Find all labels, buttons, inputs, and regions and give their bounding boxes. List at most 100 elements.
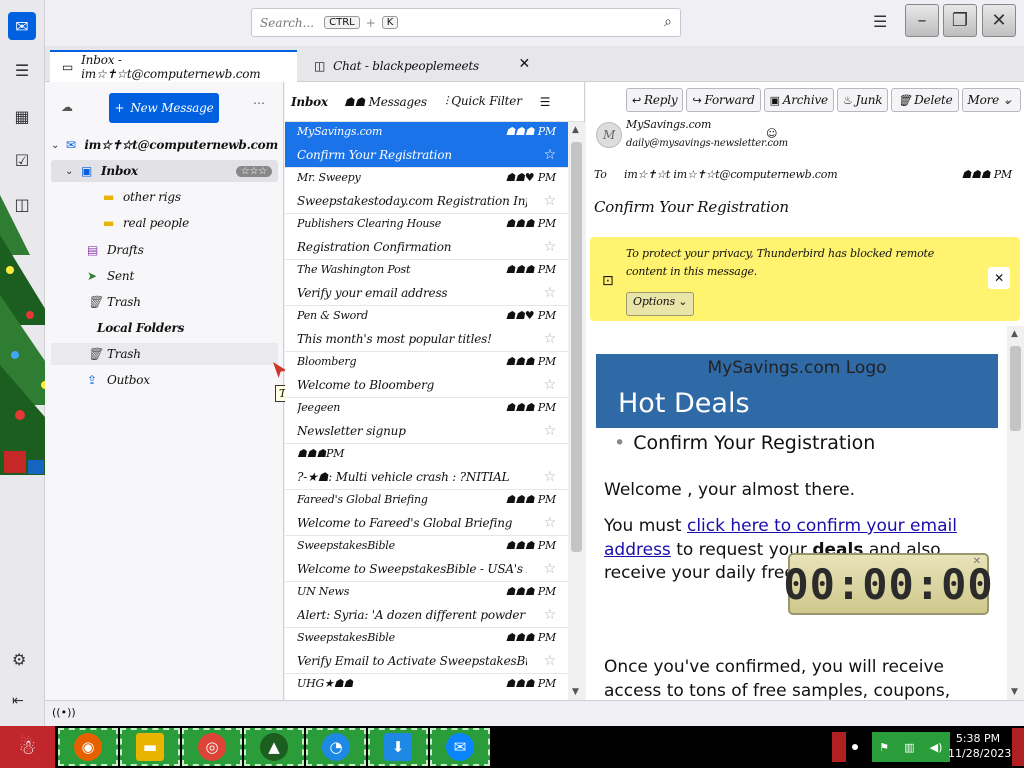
network-icon[interactable]: ▥ <box>904 741 914 754</box>
folder-trash[interactable]: 🗑 Trash <box>51 291 278 313</box>
thunderbird-taskbar-button[interactable]: ✉ <box>430 728 490 766</box>
restore-button[interactable]: ❐ <box>943 4 977 37</box>
folder-other-rigs[interactable]: ▬ other rigs <box>51 186 278 208</box>
from-name[interactable]: MySavings.com <box>626 118 711 131</box>
folder-sent[interactable]: ➤ Sent <box>51 265 278 287</box>
options-button[interactable]: Options ⌄ <box>626 292 695 316</box>
folder-inbox[interactable]: ⌄ ▣ Inbox ☆☆☆ <box>51 160 278 182</box>
message-list-header: Inbox ☗☗ Messages ⫶ Quick Filter ☰ <box>285 82 584 122</box>
download-taskbar-button[interactable]: ⬇ <box>368 728 428 766</box>
message-row[interactable]: SweepstakesBible ☗☗☗ PM Verify Email to Ac… <box>285 628 568 674</box>
forward-icon: ↪ <box>692 93 702 107</box>
chrome-icon: ◎ <box>198 733 226 761</box>
star-icon[interactable]: ☆ <box>544 561 557 577</box>
star-icon[interactable]: ☆ <box>544 515 557 531</box>
message-list-scrollbar[interactable]: ▲ ▼ <box>568 122 585 700</box>
star-icon[interactable]: ☆ <box>544 285 557 301</box>
tree-taskbar-button[interactable]: ▲ <box>244 728 304 766</box>
tasks-icon[interactable]: ☑ <box>10 148 34 172</box>
folder-real-people[interactable]: ▬ real people <box>51 212 278 234</box>
chevron-down-icon[interactable]: ⌄ <box>65 166 81 177</box>
reader-scrollbar[interactable]: ▲ ▼ <box>1007 326 1024 700</box>
message-row[interactable]: Publishers Clearing House ☗☗☗ PM Registrat… <box>285 214 568 260</box>
volume-icon[interactable]: ◀) <box>930 741 943 754</box>
tab-chat[interactable]: ◫ Chat - blackpeoplemeets ✕ <box>302 50 542 82</box>
to-value[interactable]: im☆✝☆t im☆✝☆t@computernewb.com <box>624 168 838 181</box>
star-icon[interactable]: ☆ <box>544 607 557 623</box>
address-book-icon[interactable]: ☰ <box>10 58 34 82</box>
get-messages-icon[interactable]: ☁ <box>61 100 73 114</box>
scroll-up-icon[interactable]: ▲ <box>1011 329 1018 339</box>
close-notice-button[interactable]: ✕ <box>988 267 1010 289</box>
tab-inbox[interactable]: ▭ Inbox - im☆✝☆t@computernewb.com <box>50 50 297 82</box>
message-row[interactable]: Fareed's Global Briefing ☗☗☗ PM Welcome to… <box>285 490 568 536</box>
star-icon[interactable]: ☆ <box>544 147 557 163</box>
scrollbar-thumb[interactable] <box>1010 346 1021 431</box>
chat-taskbar-button[interactable]: ◔ <box>306 728 366 766</box>
folder-drafts[interactable]: ▤ Drafts <box>51 239 278 261</box>
close-window-button[interactable]: ✕ <box>982 4 1016 37</box>
folder-pane: ☁ + New Message ⋯ ⌄ ✉ im☆✝☆t@computernew… <box>45 82 284 700</box>
scroll-down-icon[interactable]: ▼ <box>1011 687 1018 697</box>
mail-icon[interactable]: ✉ <box>8 12 36 40</box>
message-row[interactable]: Jeegeen ☗☗☗ PM Newsletter signup ☆ <box>285 398 568 444</box>
firefox-taskbar-button[interactable]: ◉ <box>58 728 118 766</box>
search-input[interactable]: Search... CTRL + K ⌕ <box>251 8 681 37</box>
minimize-button[interactable]: – <box>905 4 939 37</box>
folder-outbox[interactable]: ⇪ Outbox <box>51 369 278 391</box>
message-row[interactable]: Pen & Sword ☗☗♥ PM This month's most popul… <box>285 306 568 352</box>
settings-gear-icon[interactable]: ⚙ <box>12 650 26 669</box>
online-status-icon[interactable]: ((•)) <box>52 706 76 719</box>
scroll-down-icon[interactable]: ▼ <box>572 687 579 697</box>
chrome-taskbar-button[interactable]: ◎ <box>182 728 242 766</box>
plus-icon: + <box>114 101 125 115</box>
message-row[interactable]: Mr. Sweepy ☗☗♥ PM Sweepstakestoday.com Reg… <box>285 168 568 214</box>
show-desktop-button[interactable] <box>1012 728 1024 766</box>
clock-date: 11/28/2023 <box>948 747 1012 760</box>
message-row[interactable]: Bloomberg ☗☗☗ PM Welcome to Bloomberg ☆ <box>285 352 568 398</box>
message-row[interactable]: UN News ☗☗☗ PM Alert: Syria: 'A dozen diff… <box>285 582 568 628</box>
close-icon[interactable]: ✕ <box>973 556 982 567</box>
forward-button[interactable]: ↪ Forward <box>686 88 761 112</box>
calendar-icon[interactable]: ▦ <box>10 104 34 128</box>
message-row[interactable]: SweepstakesBible ☗☗☗ PM Welcome to Sweepst… <box>285 536 568 582</box>
message-row[interactable]: UHG★☗☗☗☗☗ PM☆ <box>285 674 568 700</box>
star-icon[interactable]: ☆ <box>544 193 557 209</box>
junk-button[interactable]: ♨ Junk <box>836 88 889 112</box>
star-icon[interactable]: ☆ <box>544 377 557 393</box>
from-address[interactable]: daily@mysavings-newsletter.com <box>626 138 788 149</box>
delete-button[interactable]: 🗑 Delete <box>891 88 959 112</box>
scroll-up-icon[interactable]: ▲ <box>572 125 579 135</box>
action-center-icon[interactable]: ⚑ <box>879 741 889 754</box>
reply-button[interactable]: ↩ Reply <box>626 88 684 112</box>
timer-widget[interactable]: 00:00:00 ✕ <box>783 553 993 615</box>
app-menu-icon[interactable]: ☰ <box>873 12 887 31</box>
account-row[interactable]: ⌄ ✉ im☆✝☆t@computernewb.com <box>51 134 278 156</box>
archive-button[interactable]: ▣ Archive <box>763 88 834 112</box>
folder-pane-more-icon[interactable]: ⋯ <box>253 96 265 110</box>
start-button[interactable]: ☃ <box>0 726 55 768</box>
star-icon[interactable]: ☆ <box>544 239 557 255</box>
local-folders-row[interactable]: Local Folders <box>51 317 278 339</box>
star-icon[interactable]: ☆ <box>544 331 557 347</box>
star-icon[interactable]: ☆ <box>544 469 557 485</box>
search-icon[interactable]: ⌕ <box>664 14 672 30</box>
add-contact-icon[interactable]: ☺ <box>766 127 777 140</box>
message-row[interactable]: The Washington Post ☗☗☗ PM Verify your ema… <box>285 260 568 306</box>
scrollbar-thumb[interactable] <box>571 142 582 552</box>
message-date: ☗☗♥ PM <box>505 309 556 322</box>
display-options-icon[interactable]: ☰ <box>540 95 551 109</box>
message-row[interactable]: ☗☗☗PM ?-★☗: Multi vehicle crash : ?NITIAL… <box>285 444 568 490</box>
star-icon[interactable]: ☆ <box>544 423 557 439</box>
taskbar-clock[interactable]: 5:38 PM 11/28/2023 <box>948 731 1012 761</box>
file-explorer-taskbar-button[interactable]: ▬ <box>120 728 180 766</box>
close-tab-icon[interactable]: ✕ <box>518 56 530 72</box>
chevron-down-icon[interactable]: ⌄ <box>51 140 66 151</box>
message-row[interactable]: MySavings.com ☗☗☗ PM Confirm Your Registra… <box>285 122 568 168</box>
collapse-sidebar-icon[interactable]: ⇤ <box>12 693 24 709</box>
star-icon[interactable]: ☆ <box>544 653 557 669</box>
folder-local-trash[interactable]: 🗑 Trash <box>51 343 278 365</box>
quick-filter-button[interactable]: ⫶ Quick Filter <box>445 94 522 109</box>
new-message-button[interactable]: + New Message <box>109 93 219 123</box>
collapse-header-icon[interactable]: ⌄ <box>1004 92 1014 106</box>
